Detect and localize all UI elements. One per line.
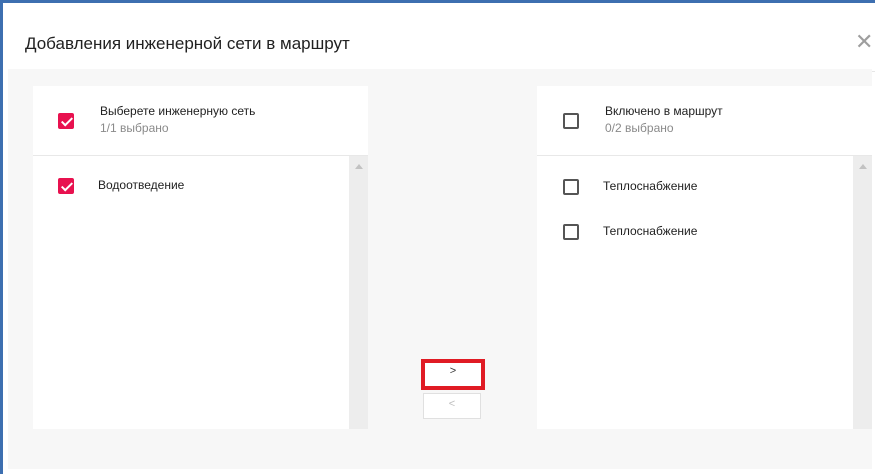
source-list-count: 1/1 выбрано: [100, 121, 169, 135]
target-list: Теплоснабжение Теплоснабжение: [537, 156, 872, 429]
target-select-all-checkbox[interactable]: [563, 113, 579, 129]
scroll-up-arrow-icon[interactable]: [859, 164, 867, 169]
move-left-button[interactable]: <: [423, 393, 481, 419]
item-label: Водоотведение: [98, 178, 185, 192]
target-list-header: Включено в маршрут 0/2 выбрано: [537, 86, 872, 156]
target-list-title: Включено в маршрут: [605, 104, 723, 118]
source-select-all-checkbox[interactable]: [58, 113, 74, 129]
target-list-scrollbar[interactable]: [853, 156, 872, 429]
item-checkbox[interactable]: [58, 178, 74, 194]
scroll-up-arrow-icon[interactable]: [355, 164, 363, 169]
source-list-title: Выберете инженерную сеть: [100, 104, 256, 118]
dialog-title: Добавления инженерной сети в маршрут: [25, 34, 350, 53]
item-checkbox[interactable]: [563, 179, 579, 195]
item-label: Теплоснабжение: [603, 224, 698, 238]
close-icon[interactable]: ✕: [855, 29, 875, 55]
source-list-panel: Выберете инженерную сеть 1/1 выбрано Вод…: [33, 86, 368, 429]
item-checkbox[interactable]: [563, 224, 579, 240]
source-list: Водоотведение: [33, 156, 368, 429]
move-right-button[interactable]: >: [421, 359, 485, 390]
source-list-header: Выберете инженерную сеть 1/1 выбрано: [33, 86, 368, 156]
target-list-panel: Включено в маршрут 0/2 выбрано Теплоснаб…: [537, 86, 872, 429]
item-label: Теплоснабжение: [603, 179, 698, 193]
source-list-scrollbar[interactable]: [349, 156, 368, 429]
target-list-count: 0/2 выбрано: [605, 121, 674, 135]
